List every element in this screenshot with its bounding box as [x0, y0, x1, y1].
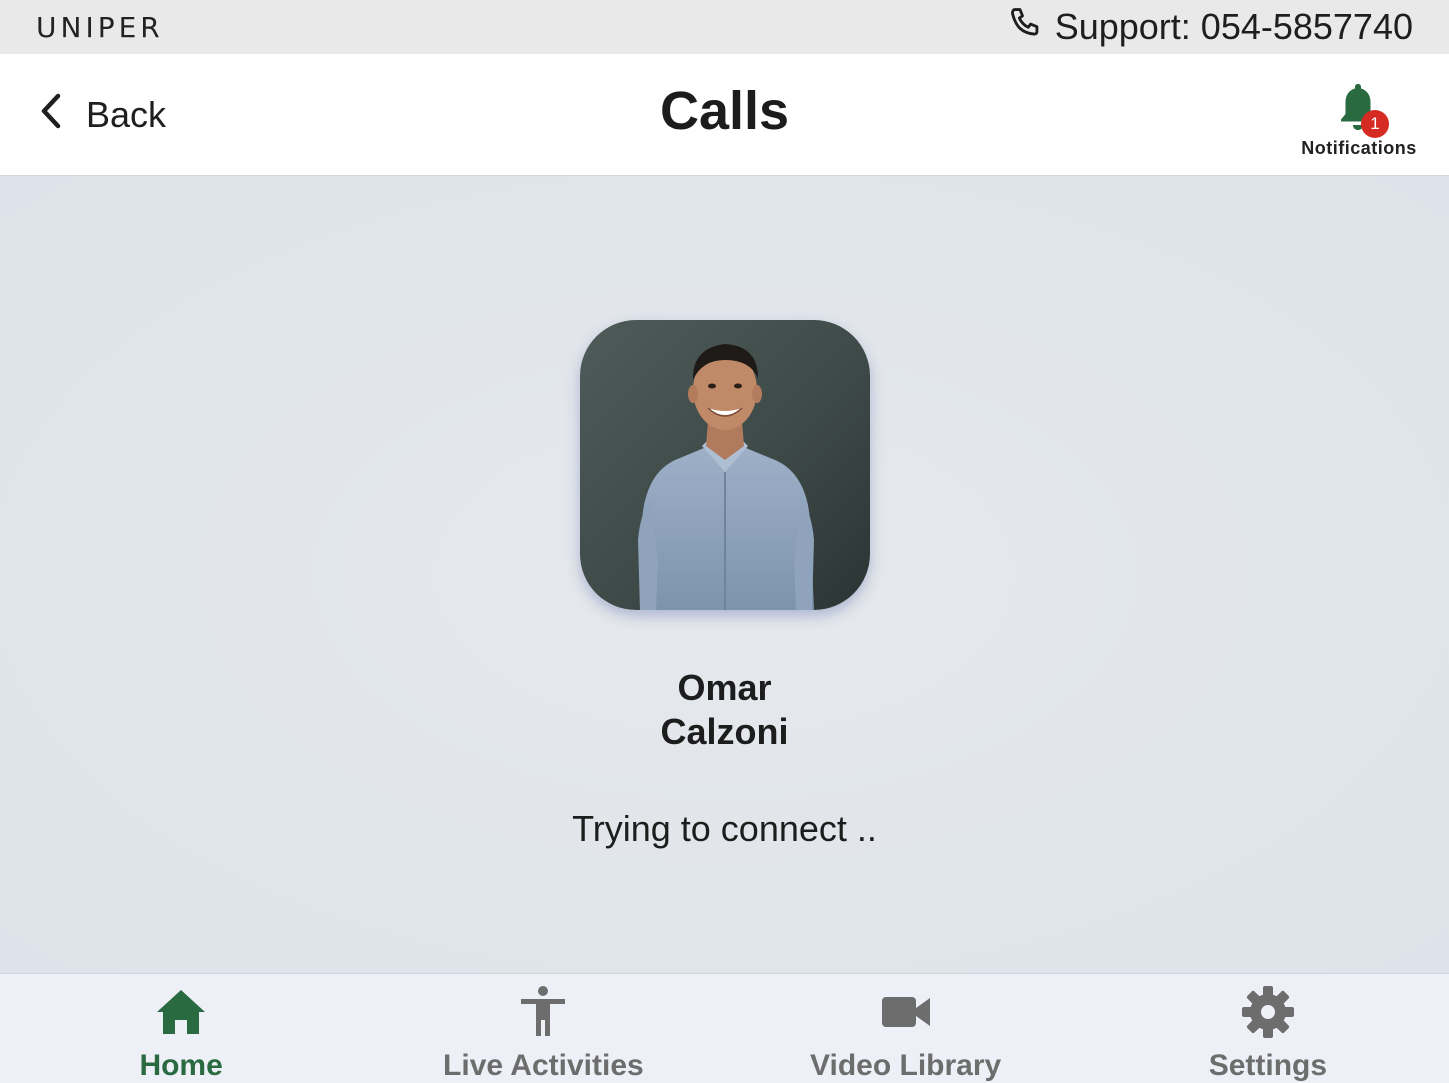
- brand-logo: UNIPER: [36, 10, 164, 44]
- gear-icon: [1240, 984, 1296, 1045]
- tab-home[interactable]: Home: [0, 974, 362, 1083]
- support-text: Support: 054-5857740: [1054, 6, 1413, 47]
- contact-avatar: [580, 320, 870, 610]
- person-icon: [515, 984, 571, 1045]
- bell-icon: 1: [1329, 82, 1389, 138]
- tab-live-activities[interactable]: Live Activities: [362, 974, 724, 1083]
- tab-video-library[interactable]: Video Library: [725, 974, 1087, 1083]
- tab-home-label: Home: [139, 1049, 223, 1082]
- contact-last-name: Calzoni: [660, 711, 789, 752]
- tab-settings[interactable]: Settings: [1087, 974, 1449, 1083]
- header-bar: Back Calls 1 Notifications: [0, 54, 1449, 176]
- notifications-label: Notifications: [1301, 138, 1417, 158]
- notification-count-badge: 1: [1361, 110, 1389, 138]
- home-icon: [153, 984, 209, 1045]
- notifications-button[interactable]: 1 Notifications: [1299, 82, 1419, 159]
- top-status-bar: UNIPER Support: 054-5857740: [0, 0, 1449, 54]
- bottom-tab-bar: Home Live Activities Video Library Setti…: [0, 973, 1449, 1083]
- phone-icon: [1007, 4, 1045, 51]
- call-screen: Omar Calzoni Trying to connect ..: [0, 176, 1449, 973]
- tab-live-activities-label: Live Activities: [443, 1049, 644, 1082]
- video-camera-icon: [878, 984, 934, 1045]
- call-status: Trying to connect ..: [572, 808, 877, 849]
- contact-first-name: Omar: [677, 667, 772, 708]
- support-phone[interactable]: Support: 054-5857740: [1007, 4, 1413, 51]
- page-title: Calls: [659, 81, 790, 141]
- tab-video-library-label: Video Library: [810, 1049, 1002, 1082]
- tab-settings-label: Settings: [1208, 1049, 1328, 1082]
- contact-name: Omar Calzoni: [0, 666, 1449, 754]
